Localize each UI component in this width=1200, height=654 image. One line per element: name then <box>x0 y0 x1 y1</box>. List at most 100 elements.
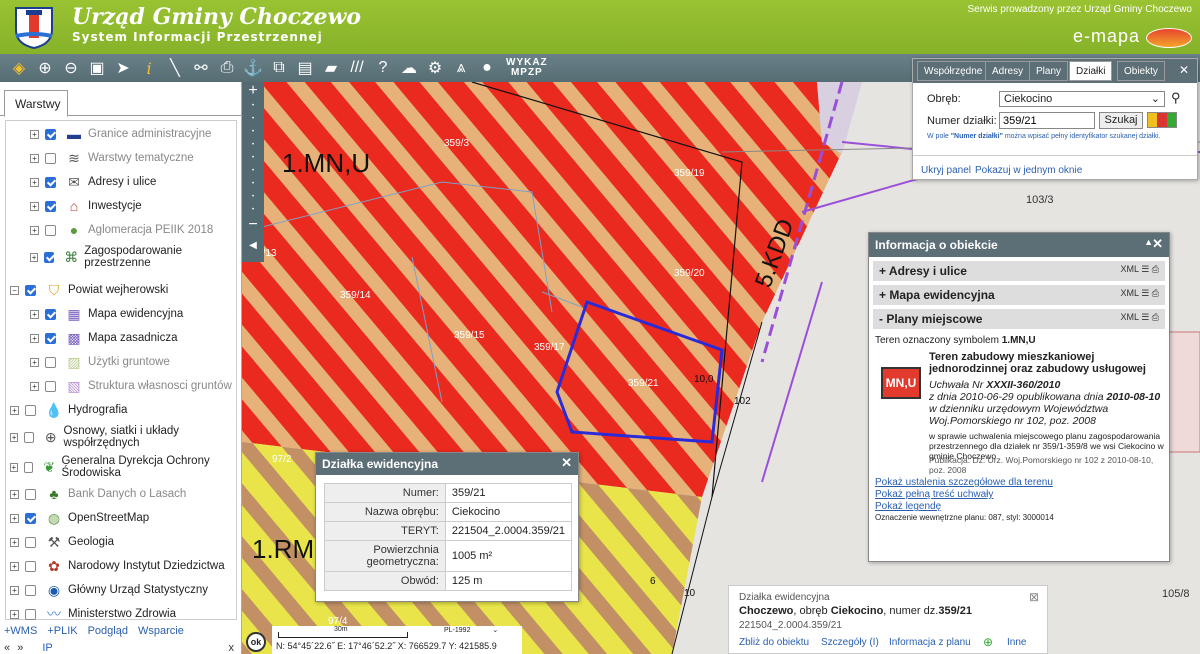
more-plus-icon[interactable]: ⊕ <box>983 635 993 649</box>
layer-label[interactable]: Główny Urząd Statystyczny <box>68 584 208 596</box>
close-icon[interactable]: ⊠ <box>1029 590 1039 604</box>
collapse-left-icon[interactable]: « <box>4 642 10 654</box>
expand-toggle-icon[interactable]: + <box>10 609 19 619</box>
export-icon[interactable]: ⧉ <box>266 55 292 81</box>
layer-checkbox[interactable] <box>25 488 36 500</box>
layer-label[interactable]: Zagospodarowanie przestrzenne <box>84 245 234 269</box>
zoom-minus-icon[interactable]: − <box>242 216 264 234</box>
expand-toggle-icon[interactable]: + <box>10 537 19 547</box>
layer-checkbox[interactable] <box>25 284 36 296</box>
pointer-icon[interactable]: ➤ <box>110 55 136 81</box>
layer-label[interactable]: Struktura własnosci gruntów <box>88 380 232 392</box>
show-legend-link[interactable]: Pokaż legendę <box>875 501 941 512</box>
panel-collapse-icon[interactable]: ◀ <box>242 240 264 258</box>
layer-checkbox[interactable] <box>25 404 36 416</box>
expand-toggle-icon[interactable]: + <box>10 432 19 442</box>
obreb-select[interactable]: Ciekocino ⌄ <box>999 91 1165 107</box>
zoom-to-object-link[interactable]: Zbliż do obiektu <box>739 637 809 648</box>
layer-checkbox[interactable] <box>45 200 56 212</box>
print-icon[interactable]: ⎙ <box>214 55 240 81</box>
layers-toggle-icon[interactable]: ◈ <box>6 55 32 81</box>
measure-line-icon[interactable]: ╲ <box>162 55 188 81</box>
anchor-icon[interactable]: ⚓ <box>240 55 266 81</box>
layer-label[interactable]: Ministerstwo Zdrowia <box>68 608 176 620</box>
layer-checkbox[interactable] <box>25 560 36 572</box>
layer-checkbox[interactable] <box>45 224 56 236</box>
expand-toggle-icon[interactable]: + <box>30 381 39 391</box>
close-icon[interactable]: ✕ <box>1152 236 1163 252</box>
preview-link[interactable]: Podgląd <box>88 625 128 637</box>
layer-label[interactable]: Aglomeracja PEIIK 2018 <box>88 224 213 236</box>
expand-toggle-icon[interactable]: + <box>30 153 39 163</box>
layer-label[interactable]: OpenStreetMap <box>68 512 149 524</box>
expand-toggle-icon[interactable]: + <box>10 405 19 415</box>
expand-right-icon[interactable]: » <box>17 642 23 654</box>
layer-label[interactable]: Inwestycje <box>88 200 142 212</box>
expand-toggle-icon[interactable]: + <box>10 585 19 595</box>
plan-info-link[interactable]: Informacja z planu <box>889 637 971 648</box>
search-icon[interactable]: ⚲ <box>1171 90 1181 106</box>
layer-checkbox[interactable] <box>24 431 34 443</box>
layer-label[interactable]: Powiat wejherowski <box>68 284 168 296</box>
layer-label[interactable]: Adresy i ulice <box>88 176 156 188</box>
expand-toggle-icon[interactable]: + <box>10 489 19 499</box>
layer-label[interactable]: Osnowy, siatki i układy współrzędnych <box>64 425 234 449</box>
tab-warstwy[interactable]: Warstwy <box>4 90 68 117</box>
expand-toggle-icon[interactable]: + <box>30 129 39 139</box>
tab-obiekty[interactable]: Obiekty <box>1117 61 1165 81</box>
layer-label[interactable]: Użytki gruntowe <box>88 356 170 368</box>
tab-adresy[interactable]: Adresy <box>985 61 1031 81</box>
close-icon[interactable]: ✕ <box>561 455 572 471</box>
zoom-extent-icon[interactable]: ▣ <box>84 55 110 81</box>
settings-icon[interactable]: ⚙ <box>422 55 448 81</box>
layer-checkbox[interactable] <box>25 536 36 548</box>
help-icon[interactable]: ? <box>370 55 396 81</box>
link-icon[interactable]: ⚯ <box>188 55 214 81</box>
layer-checkbox[interactable] <box>45 152 56 164</box>
tab-wspolrzedne[interactable]: Współrzędne <box>917 61 990 81</box>
expand-toggle-icon[interactable]: + <box>10 513 19 523</box>
zoom-track[interactable]: • • • • • • • • • <box>242 100 264 216</box>
layer-label[interactable]: Geologia <box>68 536 114 548</box>
layer-checkbox[interactable] <box>45 176 56 188</box>
layer-checkbox[interactable] <box>45 308 56 320</box>
show-full-text-link[interactable]: Pokaż pełną treść uchwały <box>875 489 993 500</box>
hatch-icon[interactable]: /// <box>344 55 370 81</box>
layer-checkbox[interactable] <box>45 128 56 140</box>
add-file-link[interactable]: +PLIK <box>47 625 77 637</box>
comment-icon[interactable]: ▰ <box>318 55 344 81</box>
section-plany-miejscowe[interactable]: - Plany miejscowe XML ☰ ⎙ <box>873 309 1165 329</box>
expand-toggle-icon[interactable]: + <box>30 357 39 367</box>
layer-checkbox[interactable] <box>23 461 34 473</box>
expand-toggle-icon[interactable]: + <box>10 462 18 472</box>
close-left-icon[interactable]: x <box>229 642 235 654</box>
section-adresy[interactable]: + Adresy i ulice XML ☰ ⎙ <box>873 261 1165 281</box>
other-link[interactable]: Inne <box>1007 637 1026 648</box>
layer-checkbox[interactable] <box>25 608 36 620</box>
close-icon[interactable]: ✕ <box>1179 63 1189 77</box>
layer-label[interactable]: Mapa ewidencyjna <box>88 308 183 320</box>
crs-select[interactable]: PL-1992 ⌄ <box>444 626 498 634</box>
ok-button[interactable]: ok <box>246 632 266 652</box>
single-window-link[interactable]: Pokazuj w jednym oknie <box>975 165 1082 176</box>
show-details-link[interactable]: Pokaż ustalenia szczegółowe dla terenu <box>875 477 1053 488</box>
parcel-number-input[interactable] <box>999 112 1095 129</box>
color-swatch-icon[interactable] <box>1147 112 1177 128</box>
expand-toggle-icon[interactable]: + <box>30 333 39 343</box>
expand-toggle-icon[interactable]: + <box>30 309 39 319</box>
section-mapa-ewidencyjna[interactable]: + Mapa ewidencyjna XML ☰ ⎙ <box>873 285 1165 305</box>
zoom-slider[interactable]: + • • • • • • • • • − ◀ <box>242 82 264 262</box>
cloud-icon[interactable]: ☁ <box>396 55 422 81</box>
layer-label[interactable]: Warstwy tematyczne <box>88 152 194 164</box>
layer-checkbox[interactable] <box>25 512 36 524</box>
layer-label[interactable]: Generalna Dyrekcja Ochrony Środowiska <box>61 455 234 479</box>
expand-toggle-icon[interactable]: + <box>30 201 39 211</box>
expand-toggle-icon[interactable]: + <box>10 561 19 571</box>
layer-label[interactable]: Narodowy Instytut Dziedzictwa <box>68 560 225 572</box>
layer-checkbox[interactable] <box>45 380 56 392</box>
expand-toggle-icon[interactable]: + <box>30 252 39 262</box>
wykaz-mpzp-button[interactable]: WYKAZ MPZP <box>506 58 548 78</box>
layer-label[interactable]: Granice administracyjne <box>88 128 211 140</box>
tab-dzialki[interactable]: Działki <box>1069 61 1113 81</box>
layer-label[interactable]: Bank Danych o Lasach <box>68 488 186 500</box>
